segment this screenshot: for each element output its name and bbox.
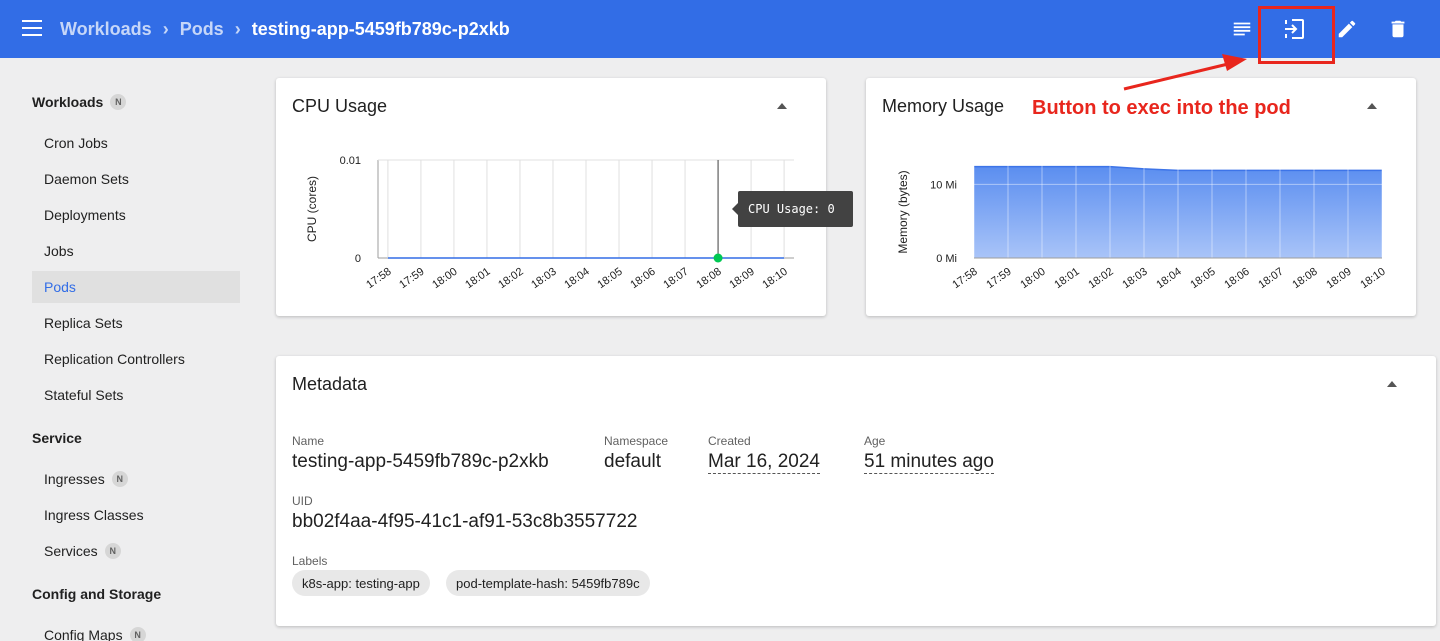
sidebar-item-label: Cron Jobs xyxy=(44,135,108,151)
sidebar-group-config-storage: Config and Storage xyxy=(32,586,161,602)
edit-icon[interactable] xyxy=(1336,18,1358,40)
sidebar-item-stateful-sets[interactable]: Stateful Sets xyxy=(32,379,240,411)
sidebar-item-label: Services xyxy=(44,543,98,559)
sidebar-item-label: Pods xyxy=(44,279,76,295)
memory-usage-card: Memory Usage Button to exec into the pod… xyxy=(866,78,1416,316)
y-axis-label: CPU (cores) xyxy=(305,176,319,242)
sidebar-group-label: Service xyxy=(32,430,82,446)
breadcrumb-pods[interactable]: Pods xyxy=(180,19,224,40)
sidebar-group-workloads: Workloads N xyxy=(32,94,127,110)
pod-created: Mar 16, 2024 xyxy=(708,451,820,474)
chevron-right-icon: › xyxy=(234,18,241,39)
sidebar-item-pods[interactable]: Pods xyxy=(32,271,240,303)
x-tick-label: 17:59 xyxy=(397,266,426,292)
chart-tooltip: CPU Usage: 0 xyxy=(732,191,853,227)
sidebar-item-label: Ingress Classes xyxy=(44,507,144,523)
x-tick-label: 18:00 xyxy=(430,266,459,292)
highlight-point xyxy=(713,253,723,263)
chevron-right-icon: › xyxy=(162,18,169,39)
sidebar-item-deployments[interactable]: Deployments xyxy=(32,199,240,231)
namespaced-badge: N xyxy=(111,471,128,487)
sidebar-group-label: Workloads xyxy=(32,94,104,110)
x-tick-label: 17:58 xyxy=(364,266,393,292)
sidebar-item-ingress-classes[interactable]: Ingress Classes xyxy=(32,499,240,531)
pod-uid: bb02f4aa-4f95-41c1-af91-53c8b3557722 xyxy=(292,511,638,532)
name-label: Name xyxy=(292,434,325,448)
sidebar-item-label: Ingresses xyxy=(44,471,105,487)
x-tick-label: 18:03 xyxy=(1120,266,1149,292)
x-tick-label: 17:58 xyxy=(950,266,979,292)
x-tick-label: 18:09 xyxy=(727,266,756,292)
exec-icon[interactable] xyxy=(1282,17,1306,41)
sidebar-item-label: Stateful Sets xyxy=(44,387,124,403)
x-tick-label: 17:59 xyxy=(984,266,1013,292)
label-chip: k8s-app: testing-app xyxy=(292,570,430,596)
x-tick-label: 18:00 xyxy=(1018,266,1047,292)
x-tick-label: 18:10 xyxy=(1358,266,1387,292)
x-tick-label: 18:07 xyxy=(661,266,690,292)
age-label: Age xyxy=(864,434,886,448)
memory-chart: 17:58 17:59 18:00 18:01 18:02 18:03 18:04 18:05… xyxy=(896,160,1388,292)
x-tick-label: 18:06 xyxy=(1222,266,1251,292)
namespaced-badge: N xyxy=(129,627,146,641)
x-tick-label: 18:08 xyxy=(694,266,723,292)
pod-namespace: default xyxy=(604,451,662,472)
x-tick-label: 18:08 xyxy=(1290,266,1319,292)
x-tick-label: 18:09 xyxy=(1324,266,1353,292)
x-tick-label: 18:10 xyxy=(760,266,789,292)
labels-label: Labels xyxy=(292,554,328,568)
x-tick-label: 18:07 xyxy=(1256,266,1285,292)
x-tick-label: 18:03 xyxy=(529,266,558,292)
uid-label: UID xyxy=(292,494,313,508)
sidebar-item-cron-jobs[interactable]: Cron Jobs xyxy=(32,127,240,159)
logs-icon[interactable] xyxy=(1231,18,1253,40)
x-tick-label: 18:04 xyxy=(1154,266,1183,292)
menu-icon[interactable] xyxy=(22,20,42,36)
sidebar-item-replication-controllers[interactable]: Replication Controllers xyxy=(32,343,240,375)
sidebar-item-services[interactable]: Services N xyxy=(32,535,240,567)
top-toolbar: Workloads › Pods › testing-app-5459fb789… xyxy=(0,0,1440,58)
sidebar-group-label: Config and Storage xyxy=(32,586,162,602)
x-tick-label: 18:04 xyxy=(562,266,591,292)
sidebar-item-jobs[interactable]: Jobs xyxy=(32,235,240,267)
sidebar-item-label: Daemon Sets xyxy=(44,171,129,187)
namespaced-badge: N xyxy=(110,94,127,110)
y-tick-label: 10 Mi xyxy=(930,179,957,191)
pod-age: 51 minutes ago xyxy=(864,451,994,474)
x-tick-label: 18:02 xyxy=(1086,266,1115,292)
label-chip: pod-template-hash: 5459fb789c xyxy=(446,570,650,596)
sidebar-item-daemon-sets[interactable]: Daemon Sets xyxy=(32,163,240,195)
y-tick-label: 0 Mi xyxy=(936,253,957,265)
x-tick-label: 18:06 xyxy=(628,266,657,292)
x-tick-label: 18:01 xyxy=(1052,266,1081,292)
delete-icon[interactable] xyxy=(1387,18,1409,40)
page-title: testing-app-5459fb789c-p2xkb xyxy=(251,18,510,39)
namespaced-badge: N xyxy=(104,543,121,559)
x-tick-label: 18:02 xyxy=(496,266,525,292)
sidebar-group-service: Service xyxy=(32,430,82,446)
sidebar-item-label: Config Maps xyxy=(44,627,123,641)
breadcrumb: Workloads › Pods › testing-app-5459fb789… xyxy=(60,0,510,58)
sidebar-item-label: Jobs xyxy=(44,243,74,259)
sidebar-item-label: Deployments xyxy=(44,207,126,223)
sidebar-item-config-maps[interactable]: Config Maps N xyxy=(32,619,240,641)
sidebar-item-replica-sets[interactable]: Replica Sets xyxy=(32,307,240,339)
pod-name: testing-app-5459fb789c-p2xkb xyxy=(292,451,549,472)
x-tick-label: 18:05 xyxy=(1188,266,1217,292)
sidebar-item-label: Replication Controllers xyxy=(44,351,185,367)
y-axis-label: Memory (bytes) xyxy=(896,170,910,253)
sidebar-item-ingresses[interactable]: Ingresses N xyxy=(32,463,240,495)
breadcrumb-workloads[interactable]: Workloads xyxy=(60,19,152,40)
created-label: Created xyxy=(708,434,751,448)
y-tick-label: 0 xyxy=(355,253,361,265)
collapse-icon[interactable] xyxy=(1387,381,1397,387)
x-tick-label: 18:01 xyxy=(463,266,492,292)
sidebar-item-label: Replica Sets xyxy=(44,315,123,331)
x-tick-label: 18:05 xyxy=(595,266,624,292)
card-title: Metadata xyxy=(292,374,368,394)
namespace-label: Namespace xyxy=(604,434,669,448)
y-tick-label: 0.01 xyxy=(340,155,361,167)
